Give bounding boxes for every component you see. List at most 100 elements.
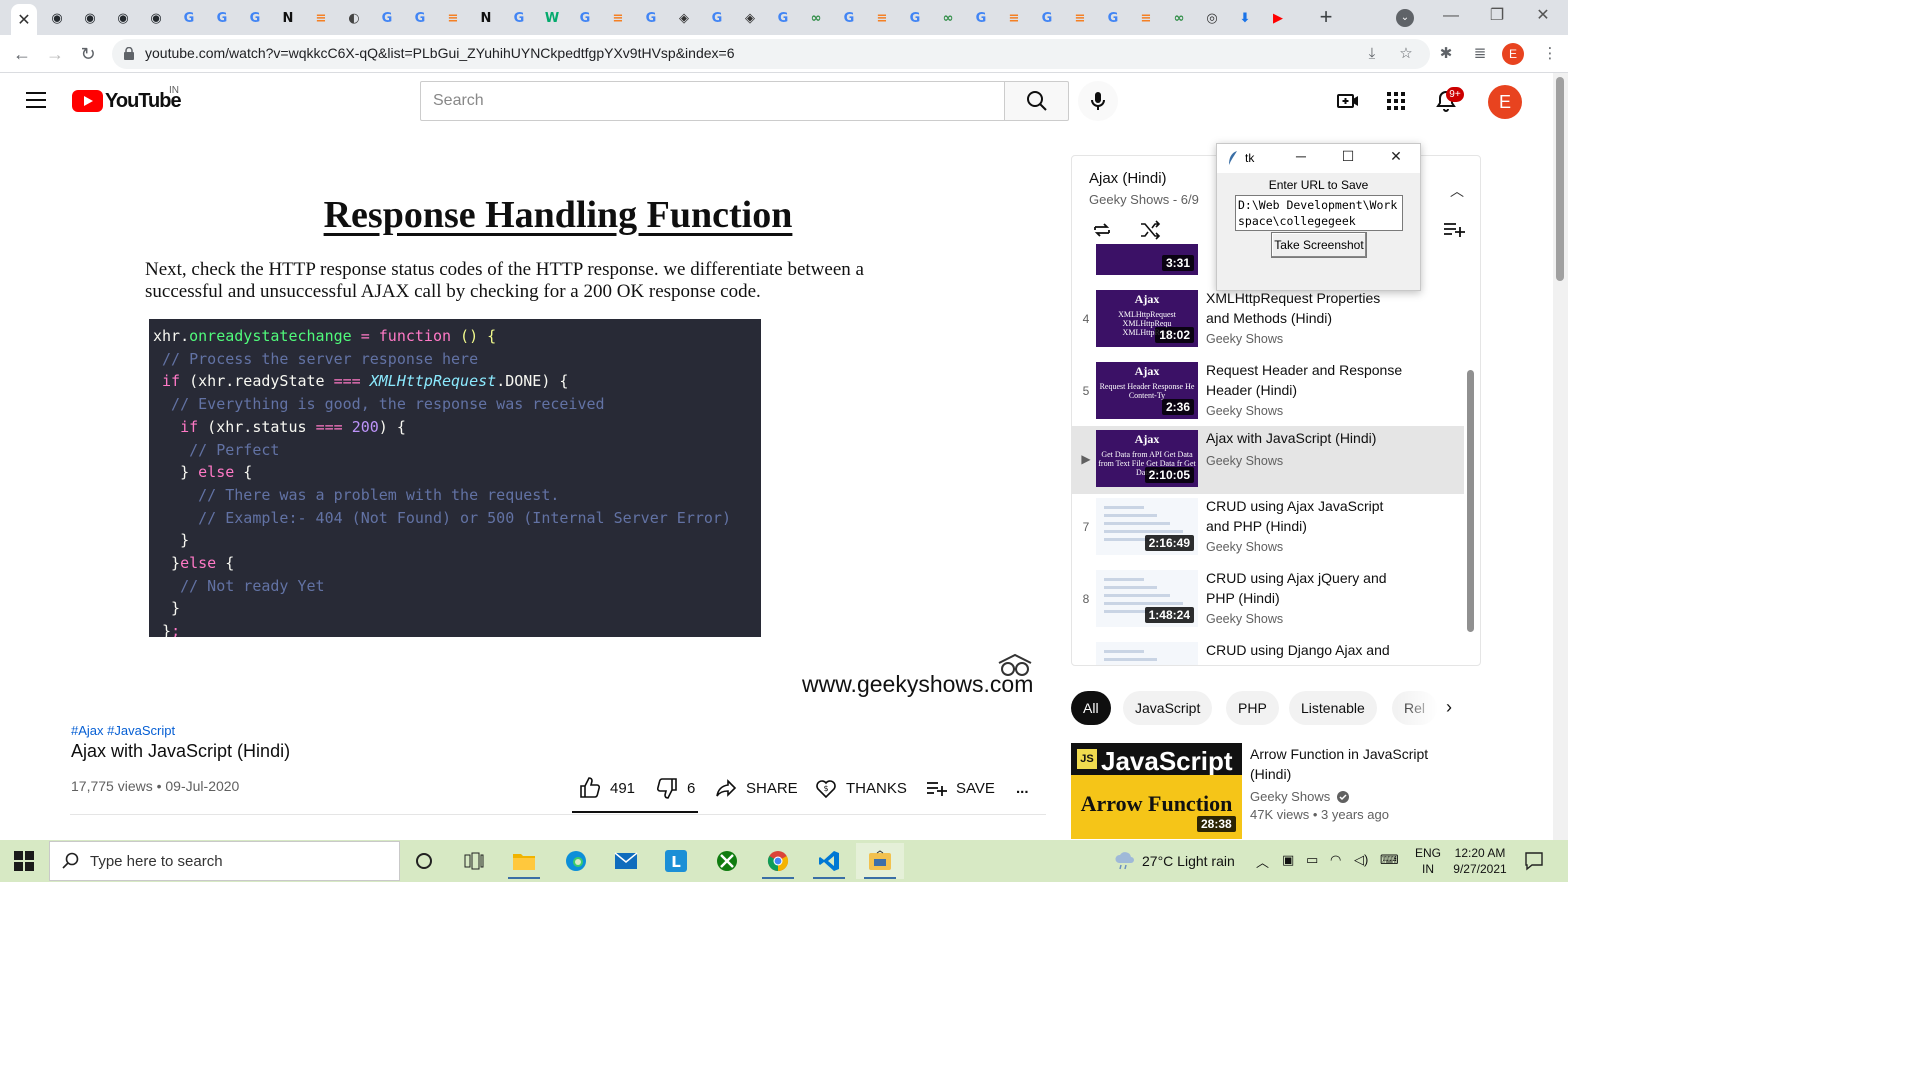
edge-browser-icon[interactable]	[552, 843, 600, 879]
browser-tab[interactable]: G	[572, 6, 598, 30]
filter-chip[interactable]: PHP	[1226, 691, 1279, 725]
close-icon[interactable]: ✕	[17, 10, 30, 30]
bookmark-star-icon[interactable]: ☆	[1396, 44, 1416, 64]
tk-minimize-button[interactable]: ─	[1291, 148, 1311, 168]
save-button[interactable]: SAVE	[924, 776, 995, 800]
browser-tab[interactable]: G	[209, 6, 235, 30]
browser-tab[interactable]: ◉	[110, 6, 136, 30]
browser-tab[interactable]: ▶	[1265, 6, 1291, 30]
new-tab-button[interactable]: +	[1314, 6, 1338, 30]
dislike-button[interactable]: 6	[655, 776, 695, 800]
search-button[interactable]	[1004, 81, 1069, 121]
reload-button[interactable]: ↻	[76, 42, 100, 66]
playlist-item[interactable]: 7 2:16:49 CRUD using Ajax JavaScript and P…	[1072, 494, 1464, 562]
install-app-icon[interactable]: ⤓	[1362, 44, 1382, 64]
task-view-icon[interactable]	[450, 843, 498, 879]
page-scrollbar-thumb[interactable]	[1556, 77, 1564, 281]
browser-tab[interactable]: ◎	[1199, 6, 1225, 30]
network-device-icon[interactable]: ▣	[1282, 852, 1294, 868]
share-button[interactable]: SHARE	[714, 776, 798, 800]
browser-tab[interactable]: ≡	[1001, 6, 1027, 30]
browser-tab[interactable]: G	[407, 6, 433, 30]
browser-tab[interactable]: ∞	[935, 6, 961, 30]
like-button[interactable]: 491	[578, 776, 635, 800]
browser-tab[interactable]: W	[539, 6, 565, 30]
browser-tab[interactable]: G	[176, 6, 202, 30]
recommendation-channel[interactable]: Geeky Shows	[1250, 789, 1350, 804]
playlist-title[interactable]: Ajax (Hindi)	[1089, 170, 1167, 187]
playlist-thumbnail[interactable]: Ajax Get Data from API Get Data from Text…	[1096, 430, 1198, 487]
playlist-collapse-icon[interactable]: ︿	[1450, 181, 1464, 201]
url-text[interactable]: youtube.com/watch?v=wqkkcC6X-qQ&list=PLb…	[145, 45, 734, 61]
browser-tab[interactable]: G	[638, 6, 664, 30]
wifi-icon[interactable]: ◠	[1330, 852, 1341, 868]
playlist-scrollbar[interactable]	[1467, 370, 1474, 632]
browser-tab[interactable]: ≡	[605, 6, 631, 30]
tray-chevron-icon[interactable]: ︿	[1256, 852, 1269, 871]
page-scrollbar[interactable]	[1553, 73, 1568, 840]
browser-tab[interactable]: G	[836, 6, 862, 30]
filter-chip[interactable]: Listenable	[1289, 691, 1377, 725]
browser-tab[interactable]: ≡	[440, 6, 466, 30]
address-bar[interactable]: youtube.com/watch?v=wqkkcC6X-qQ&list=PLb…	[112, 39, 1430, 69]
search-input[interactable]	[421, 82, 1004, 120]
profile-avatar[interactable]: E	[1502, 43, 1524, 65]
hamburger-menu-icon[interactable]	[26, 92, 46, 108]
browser-tab[interactable]: G	[374, 6, 400, 30]
browser-tab[interactable]: N	[473, 6, 499, 30]
battery-icon[interactable]: ▭	[1306, 852, 1318, 868]
browser-tab[interactable]: ≡	[1133, 6, 1159, 30]
browser-tab[interactable]: G	[242, 6, 268, 30]
voice-search-button[interactable]	[1078, 81, 1118, 121]
playlist-item[interactable]: 4 Ajax XMLHttpRequest XMLHttpRequ XMLHttpR…	[1072, 286, 1464, 354]
shuffle-icon[interactable]	[1138, 218, 1162, 242]
minimize-button[interactable]: —	[1428, 0, 1474, 33]
extensions-icon[interactable]: ✱	[1436, 44, 1456, 64]
filter-chip[interactable]: JavaScript	[1123, 691, 1213, 725]
browser-tab[interactable]: ∞	[803, 6, 829, 30]
chrome-icon[interactable]	[754, 843, 802, 879]
browser-tab[interactable]: ◉	[44, 6, 70, 30]
playlist-thumbnail[interactable]: Ajax Request Header Response He Content-T…	[1096, 362, 1198, 419]
python-tk-icon[interactable]	[856, 843, 904, 879]
browser-tab[interactable]: G	[1034, 6, 1060, 30]
playlist-item[interactable]: 9 CRUD using Django Ajax and jQuery (Hind…	[1072, 638, 1464, 665]
browser-tab[interactable]: ◉	[77, 6, 103, 30]
more-actions-button[interactable]: ...	[1016, 776, 1029, 800]
browser-tab[interactable]: ∞	[1166, 6, 1192, 30]
browser-tab[interactable]: ⬇	[1232, 6, 1258, 30]
tk-maximize-button[interactable]: ☐	[1338, 148, 1358, 168]
close-window-button[interactable]: ✕	[1520, 0, 1566, 33]
playlist-thumbnail[interactable]: 3:31	[1096, 244, 1198, 275]
browser-tab[interactable]: ≡	[308, 6, 334, 30]
url-entry-field[interactable]: D:\Web Development\Workspace\collegegeek	[1235, 195, 1403, 231]
input-language[interactable]: ENG IN	[1415, 845, 1441, 877]
browser-tab[interactable]: G	[902, 6, 928, 30]
browser-tab[interactable]: ◐	[341, 6, 367, 30]
maximize-button[interactable]: ❐	[1474, 0, 1520, 33]
loop-icon[interactable]	[1090, 218, 1114, 242]
cortana-icon[interactable]	[400, 843, 448, 879]
video-player[interactable]: Response Handling Function Next, check t…	[70, 155, 1046, 704]
app-l-icon[interactable]: L	[652, 843, 700, 879]
browser-tab[interactable]: ≡	[869, 6, 895, 30]
playlist-item[interactable]: 5 Ajax Request Header Response He Content-…	[1072, 358, 1464, 426]
volume-icon[interactable]: ◁)	[1354, 852, 1368, 868]
browser-tab[interactable]: G	[1100, 6, 1126, 30]
playlist-item[interactable]: 8 1:48:24 CRUD using Ajax jQuery and PHP (…	[1072, 566, 1464, 634]
tk-titlebar[interactable]: tk ─ ☐ ✕	[1217, 144, 1420, 173]
browser-tab[interactable]: ◉	[143, 6, 169, 30]
xbox-icon[interactable]	[703, 843, 751, 879]
taskbar-search-box[interactable]: Type here to search	[49, 841, 400, 881]
forward-button[interactable]: →	[43, 42, 67, 66]
tab-search-icon[interactable]: ⌄	[1396, 9, 1414, 27]
youtube-logo[interactable]: YouTube	[72, 90, 182, 112]
tk-close-button[interactable]: ✕	[1386, 148, 1406, 168]
recommendation-title[interactable]: Arrow Function in JavaScript (Hindi)	[1250, 744, 1460, 784]
mail-icon[interactable]	[602, 843, 650, 879]
playlist-item[interactable]: ▶ Ajax Get Data from API Get Data from Tex…	[1072, 426, 1464, 494]
save-to-library-icon[interactable]	[1442, 220, 1466, 240]
apps-grid-icon[interactable]	[1384, 89, 1408, 113]
playlist-thumbnail[interactable]: 2:16:49	[1096, 498, 1198, 555]
taskbar-clock[interactable]: 12:20 AM 9/27/2021	[1449, 845, 1511, 877]
